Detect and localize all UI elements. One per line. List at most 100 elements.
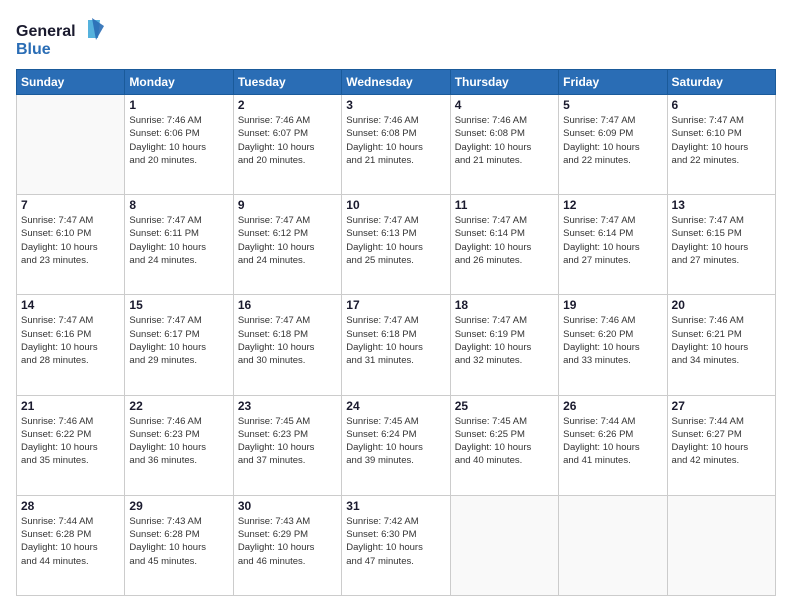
calendar-cell: 28 Sunrise: 7:44 AMSunset: 6:28 PMDayligh… bbox=[17, 495, 125, 595]
calendar-cell: 10 Sunrise: 7:47 AMSunset: 6:13 PMDayligh… bbox=[342, 195, 450, 295]
day-info: Sunrise: 7:47 AMSunset: 6:13 PMDaylight:… bbox=[346, 214, 445, 267]
day-number: 31 bbox=[346, 499, 445, 513]
svg-text:General: General bbox=[16, 23, 76, 40]
day-info: Sunrise: 7:47 AMSunset: 6:12 PMDaylight:… bbox=[238, 214, 337, 267]
day-number: 21 bbox=[21, 399, 120, 413]
day-info: Sunrise: 7:45 AMSunset: 6:23 PMDaylight:… bbox=[238, 415, 337, 468]
calendar-cell: 9 Sunrise: 7:47 AMSunset: 6:12 PMDaylight… bbox=[233, 195, 341, 295]
day-number: 12 bbox=[563, 198, 662, 212]
day-number: 29 bbox=[129, 499, 228, 513]
calendar-cell: 20Sunrise: 7:46 AMSunset: 6:21 PMDayligh… bbox=[667, 295, 775, 395]
column-header-friday: Friday bbox=[559, 70, 667, 95]
calendar-cell bbox=[559, 495, 667, 595]
day-info: Sunrise: 7:45 AMSunset: 6:25 PMDaylight:… bbox=[455, 415, 554, 468]
day-number: 17 bbox=[346, 298, 445, 312]
day-number: 7 bbox=[21, 198, 120, 212]
day-number: 6 bbox=[672, 98, 771, 112]
day-number: 13 bbox=[672, 198, 771, 212]
day-info: Sunrise: 7:47 AMSunset: 6:18 PMDaylight:… bbox=[346, 314, 445, 367]
calendar-cell: 12 Sunrise: 7:47 AMSunset: 6:14 PMDayligh… bbox=[559, 195, 667, 295]
day-info: Sunrise: 7:46 AMSunset: 6:08 PMDaylight:… bbox=[455, 114, 554, 167]
calendar-cell bbox=[667, 495, 775, 595]
calendar-cell: 8Sunrise: 7:47 AMSunset: 6:11 PMDaylight… bbox=[125, 195, 233, 295]
day-info: Sunrise: 7:43 AMSunset: 6:29 PMDaylight:… bbox=[238, 515, 337, 568]
day-info: Sunrise: 7:47 AMSunset: 6:16 PMDaylight:… bbox=[21, 314, 120, 367]
day-number: 24 bbox=[346, 399, 445, 413]
day-number: 27 bbox=[672, 399, 771, 413]
day-number: 23 bbox=[238, 399, 337, 413]
calendar-cell: 18Sunrise: 7:47 AMSunset: 6:19 PMDayligh… bbox=[450, 295, 558, 395]
day-number: 16 bbox=[238, 298, 337, 312]
logo: General Blue bbox=[16, 16, 106, 61]
calendar-cell: 19 Sunrise: 7:46 AMSunset: 6:20 PMDayligh… bbox=[559, 295, 667, 395]
day-info: Sunrise: 7:45 AMSunset: 6:24 PMDaylight:… bbox=[346, 415, 445, 468]
day-info: Sunrise: 7:47 AMSunset: 6:09 PMDaylight:… bbox=[563, 114, 662, 167]
day-info: Sunrise: 7:47 AMSunset: 6:10 PMDaylight:… bbox=[672, 114, 771, 167]
calendar-table: SundayMondayTuesdayWednesdayThursdayFrid… bbox=[16, 69, 776, 596]
svg-text:Blue: Blue bbox=[16, 41, 51, 58]
calendar-cell: 16 Sunrise: 7:47 AMSunset: 6:18 PMDayligh… bbox=[233, 295, 341, 395]
day-number: 3 bbox=[346, 98, 445, 112]
day-info: Sunrise: 7:47 AMSunset: 6:17 PMDaylight:… bbox=[129, 314, 228, 367]
calendar-cell: 31 Sunrise: 7:42 AMSunset: 6:30 PMDayligh… bbox=[342, 495, 450, 595]
day-number: 10 bbox=[346, 198, 445, 212]
calendar-cell bbox=[17, 95, 125, 195]
calendar-cell: 29 Sunrise: 7:43 AMSunset: 6:28 PMDayligh… bbox=[125, 495, 233, 595]
column-header-wednesday: Wednesday bbox=[342, 70, 450, 95]
calendar-cell: 11 Sunrise: 7:47 AMSunset: 6:14 PMDayligh… bbox=[450, 195, 558, 295]
day-number: 15 bbox=[129, 298, 228, 312]
day-info: Sunrise: 7:47 AMSunset: 6:11 PMDaylight:… bbox=[129, 214, 228, 267]
day-number: 26 bbox=[563, 399, 662, 413]
day-number: 30 bbox=[238, 499, 337, 513]
column-header-tuesday: Tuesday bbox=[233, 70, 341, 95]
day-info: Sunrise: 7:47 AMSunset: 6:14 PMDaylight:… bbox=[455, 214, 554, 267]
day-number: 4 bbox=[455, 98, 554, 112]
day-info: Sunrise: 7:46 AMSunset: 6:07 PMDaylight:… bbox=[238, 114, 337, 167]
calendar-cell: 26 Sunrise: 7:44 AMSunset: 6:26 PMDayligh… bbox=[559, 395, 667, 495]
calendar-cell: 14 Sunrise: 7:47 AMSunset: 6:16 PMDayligh… bbox=[17, 295, 125, 395]
day-number: 25 bbox=[455, 399, 554, 413]
day-info: Sunrise: 7:46 AMSunset: 6:20 PMDaylight:… bbox=[563, 314, 662, 367]
day-info: Sunrise: 7:44 AMSunset: 6:27 PMDaylight:… bbox=[672, 415, 771, 468]
day-number: 20 bbox=[672, 298, 771, 312]
calendar-cell: 13 Sunrise: 7:47 AMSunset: 6:15 PMDayligh… bbox=[667, 195, 775, 295]
day-info: Sunrise: 7:47 AMSunset: 6:19 PMDaylight:… bbox=[455, 314, 554, 367]
calendar-cell: 15 Sunrise: 7:47 AMSunset: 6:17 PMDayligh… bbox=[125, 295, 233, 395]
calendar-cell: 24 Sunrise: 7:45 AMSunset: 6:24 PMDayligh… bbox=[342, 395, 450, 495]
day-number: 19 bbox=[563, 298, 662, 312]
column-header-thursday: Thursday bbox=[450, 70, 558, 95]
calendar-cell: 17 Sunrise: 7:47 AMSunset: 6:18 PMDayligh… bbox=[342, 295, 450, 395]
day-info: Sunrise: 7:47 AMSunset: 6:18 PMDaylight:… bbox=[238, 314, 337, 367]
day-number: 22 bbox=[129, 399, 228, 413]
calendar-cell: 23 Sunrise: 7:45 AMSunset: 6:23 PMDayligh… bbox=[233, 395, 341, 495]
day-info: Sunrise: 7:47 AMSunset: 6:15 PMDaylight:… bbox=[672, 214, 771, 267]
calendar-cell: 1 Sunrise: 7:46 AMSunset: 6:06 PMDaylight… bbox=[125, 95, 233, 195]
day-info: Sunrise: 7:46 AMSunset: 6:23 PMDaylight:… bbox=[129, 415, 228, 468]
day-number: 14 bbox=[21, 298, 120, 312]
calendar-cell: 4 Sunrise: 7:46 AMSunset: 6:08 PMDaylight… bbox=[450, 95, 558, 195]
day-number: 28 bbox=[21, 499, 120, 513]
calendar-cell: 30 Sunrise: 7:43 AMSunset: 6:29 PMDayligh… bbox=[233, 495, 341, 595]
day-info: Sunrise: 7:47 AMSunset: 6:10 PMDaylight:… bbox=[21, 214, 120, 267]
day-info: Sunrise: 7:44 AMSunset: 6:28 PMDaylight:… bbox=[21, 515, 120, 568]
calendar-cell: 25 Sunrise: 7:45 AMSunset: 6:25 PMDayligh… bbox=[450, 395, 558, 495]
calendar-cell: 27 Sunrise: 7:44 AMSunset: 6:27 PMDayligh… bbox=[667, 395, 775, 495]
day-number: 11 bbox=[455, 198, 554, 212]
day-info: Sunrise: 7:46 AMSunset: 6:06 PMDaylight:… bbox=[129, 114, 228, 167]
day-info: Sunrise: 7:47 AMSunset: 6:14 PMDaylight:… bbox=[563, 214, 662, 267]
day-info: Sunrise: 7:44 AMSunset: 6:26 PMDaylight:… bbox=[563, 415, 662, 468]
calendar-cell: 22 Sunrise: 7:46 AMSunset: 6:23 PMDayligh… bbox=[125, 395, 233, 495]
calendar-cell: 5Sunrise: 7:47 AMSunset: 6:09 PMDaylight… bbox=[559, 95, 667, 195]
day-info: Sunrise: 7:43 AMSunset: 6:28 PMDaylight:… bbox=[129, 515, 228, 568]
day-info: Sunrise: 7:46 AMSunset: 6:22 PMDaylight:… bbox=[21, 415, 120, 468]
calendar-cell: 2 Sunrise: 7:46 AMSunset: 6:07 PMDaylight… bbox=[233, 95, 341, 195]
day-info: Sunrise: 7:42 AMSunset: 6:30 PMDaylight:… bbox=[346, 515, 445, 568]
day-info: Sunrise: 7:46 AMSunset: 6:08 PMDaylight:… bbox=[346, 114, 445, 167]
day-number: 2 bbox=[238, 98, 337, 112]
calendar-cell: 7 Sunrise: 7:47 AMSunset: 6:10 PMDaylight… bbox=[17, 195, 125, 295]
calendar-cell: 6 Sunrise: 7:47 AMSunset: 6:10 PMDaylight… bbox=[667, 95, 775, 195]
column-header-saturday: Saturday bbox=[667, 70, 775, 95]
day-number: 1 bbox=[129, 98, 228, 112]
calendar-cell: 21 Sunrise: 7:46 AMSunset: 6:22 PMDayligh… bbox=[17, 395, 125, 495]
day-number: 9 bbox=[238, 198, 337, 212]
